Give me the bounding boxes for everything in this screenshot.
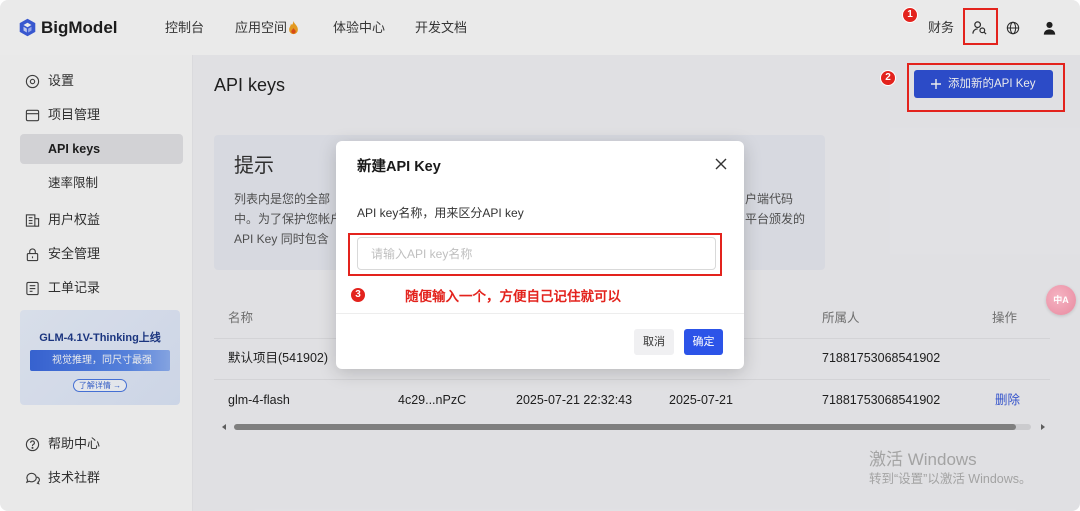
annotation-box-add-button xyxy=(907,63,1065,112)
confirm-button[interactable]: 确定 xyxy=(684,329,723,355)
windows-activation-hint: 转到“设置”以激活 Windows。 xyxy=(869,472,1032,486)
modal-title: 新建API Key xyxy=(357,159,441,175)
annotation-step-3: 3 xyxy=(350,287,366,303)
annotation-box-input xyxy=(348,233,722,276)
annotation-note: 随便输入一个，方便自己记住就可以 xyxy=(398,284,628,310)
app-window: BigModel 控制台 应用空间 体验中心 开发文档 财务 设置 项目管理 A… xyxy=(0,0,1080,511)
close-icon[interactable] xyxy=(715,158,727,170)
translate-icon[interactable]: 中A xyxy=(1046,285,1076,315)
annotation-step-1: 1 xyxy=(902,7,918,23)
translate-badge-text: 中A xyxy=(1053,295,1069,305)
cancel-label: 取消 xyxy=(643,336,665,348)
annotation-step-2: 2 xyxy=(880,70,896,86)
annotation-box-user-icon xyxy=(963,8,998,45)
confirm-label: 确定 xyxy=(692,336,715,348)
modal-divider xyxy=(336,313,744,314)
annotation-note-text: 随便输入一个，方便自己记住就可以 xyxy=(405,289,621,304)
windows-activation-title: 激活 Windows xyxy=(869,450,977,469)
cancel-button[interactable]: 取消 xyxy=(634,329,674,355)
field-label: API key名称，用来区分API key xyxy=(357,206,524,220)
